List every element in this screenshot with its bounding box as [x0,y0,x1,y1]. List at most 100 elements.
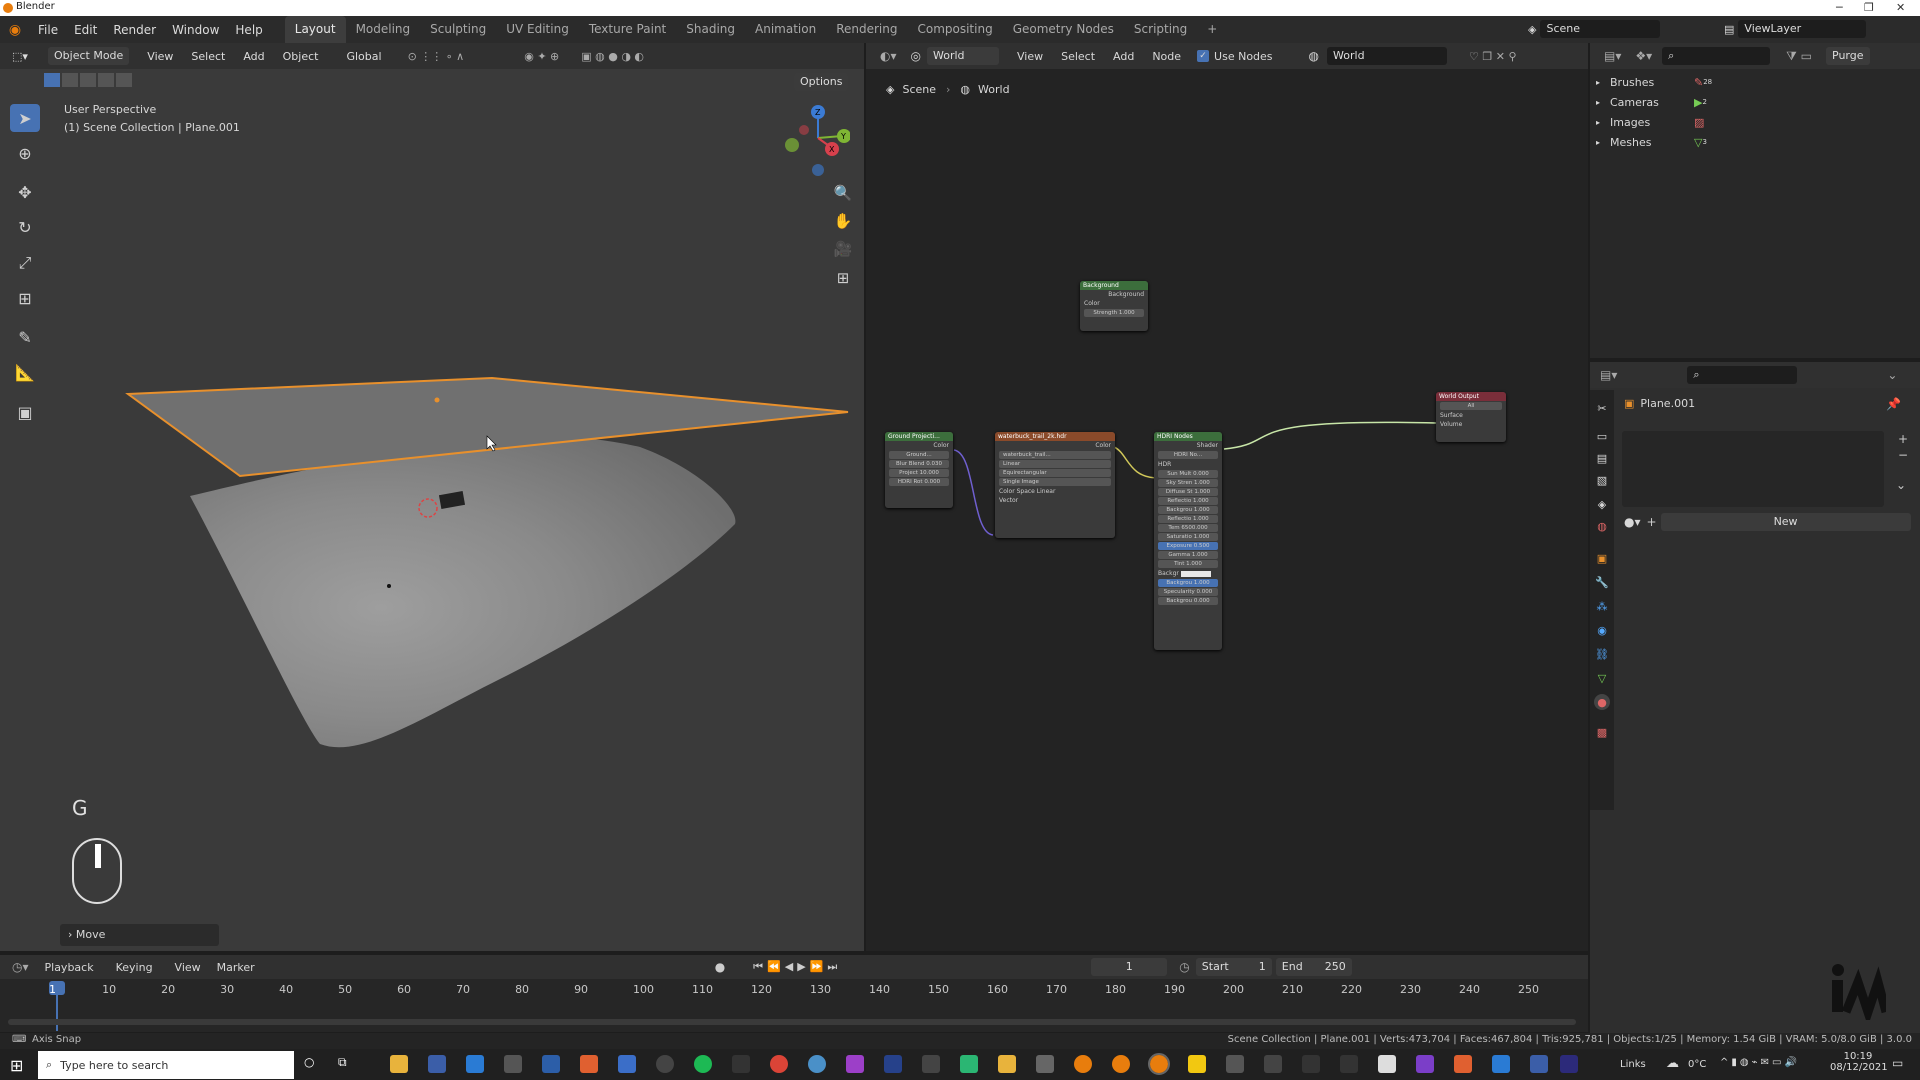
tab-animation[interactable]: Animation [745,16,826,43]
tab-compositing[interactable]: Compositing [907,16,1002,43]
texture-tab-icon[interactable]: ▩ [1594,724,1610,740]
camera-view-icon[interactable]: 🎥 [830,236,856,262]
links-toolbar[interactable]: Links [1620,1059,1646,1070]
filter-icon[interactable]: ⧩ ▭ [1786,49,1812,64]
scene-field[interactable]: Scene [1540,20,1661,38]
display-mode-icon[interactable]: ❖▾ [1635,49,1652,63]
snap-icon[interactable]: ⊙ ⋮⋮ ∘ ∧ [408,50,465,63]
app-icon[interactable] [656,1055,674,1073]
tab-sculpting[interactable]: Sculpting [420,16,496,43]
param-slider[interactable]: Specularity 0.000 [1158,588,1218,596]
world-tab-icon[interactable]: ◍ [1594,518,1610,534]
data-tab-icon[interactable]: ▽ [1594,670,1610,686]
menu-keying[interactable]: Keying [116,961,153,974]
restore-icon[interactable]: ❐ [1864,1,1874,14]
image-datablock[interactable]: waterbuck_trail... [999,451,1111,459]
menu-edit[interactable]: Edit [66,23,105,37]
system-tray-icon[interactable]: ^▮◍⌁✉▭🔊 [1720,1057,1800,1068]
app-icon[interactable] [998,1055,1016,1073]
target-dropdown[interactable]: All [1440,402,1502,410]
param-slider[interactable]: Exposure 0.500 [1158,542,1218,550]
node-background[interactable]: Background Background Color Strength 1.0… [1080,281,1148,331]
store-icon[interactable] [466,1055,484,1073]
param-slider[interactable]: Tint 1.000 [1158,560,1218,568]
blender-icon[interactable] [1112,1055,1130,1073]
tab-modeling[interactable]: Modeling [346,16,421,43]
expand-icon[interactable]: ▸ [1596,98,1610,107]
menu-view[interactable]: View [147,50,173,63]
start-frame-field[interactable]: Start 1 [1195,958,1272,976]
current-frame-field[interactable]: 1 [1091,958,1168,976]
properties-search-input[interactable]: ⌕ [1687,366,1798,384]
tab-scripting[interactable]: Scripting [1124,16,1197,43]
app-icon[interactable] [922,1055,940,1073]
app-icon[interactable] [618,1055,636,1073]
outliner-item-meshes[interactable]: ▸ Meshes ▽ 3 [1596,132,1712,152]
param-slider[interactable]: Sky Stren 1.000 [1158,479,1218,487]
param-slider[interactable]: Gamma 1.000 [1158,551,1218,559]
timeline-scrollbar[interactable] [8,1019,1576,1025]
editor-type-icon[interactable]: ▤▾ [1604,49,1621,63]
editor-type-icon[interactable]: ▤▾ [1600,368,1617,382]
param-slider[interactable]: Reflectio 1.000 [1158,515,1218,523]
tab-texture-paint[interactable]: Texture Paint [579,16,676,43]
app-icon[interactable] [504,1055,522,1073]
outlook-icon[interactable] [428,1055,446,1073]
tab-uv-editing[interactable]: UV Editing [496,16,579,43]
param-slider[interactable]: Saturatio 1.000 [1158,533,1218,541]
app-icon[interactable] [732,1055,750,1073]
file-explorer-icon[interactable] [390,1055,408,1073]
node-world-output[interactable]: World Output All Surface Volume [1436,392,1506,442]
group-dropdown[interactable]: HDRI No... [1158,451,1218,459]
menu-marker[interactable]: Marker [217,961,255,974]
app-icon[interactable] [1036,1055,1054,1073]
chevron-down-icon[interactable]: ⌄ [1887,368,1897,382]
app-icon[interactable] [960,1055,978,1073]
windows-start-icon[interactable]: ⊞ [10,1056,23,1075]
premiere-icon[interactable] [1560,1055,1578,1073]
cortana-icon[interactable]: ○ [304,1055,314,1069]
color-space-row[interactable]: Color Space Linear [995,487,1115,496]
node-environment-texture[interactable]: waterbuck_trail_2k.hdr Color waterbuck_t… [995,432,1115,538]
physics-tab-icon[interactable]: ◉ [1594,622,1610,638]
app-icon[interactable] [1530,1055,1548,1073]
zoom-icon[interactable]: 🔍 [830,180,856,206]
add-workspace-icon[interactable]: + [1197,16,1227,43]
expand-icon[interactable]: ▸ [1596,138,1610,147]
blender-icon[interactable] [1074,1055,1092,1073]
editor-type-icon[interactable]: ⬚▾ [12,50,34,63]
minimize-icon[interactable]: ─ [1836,1,1843,14]
transform-orientation[interactable]: Global [346,50,381,63]
last-operator-panel[interactable]: › Move [60,924,219,946]
param-slider[interactable]: Backgrou 1.000 [1158,579,1218,587]
outliner-item-cameras[interactable]: ▸ Cameras ▶ 2 [1596,92,1712,112]
material-tab-icon[interactable]: ● [1594,694,1610,710]
material-browse-icon[interactable]: ●▾ [1624,515,1641,529]
group-dropdown[interactable]: Ground... [889,451,949,459]
app-icon[interactable] [1492,1055,1510,1073]
render-tab-icon[interactable]: ▭ [1594,428,1610,444]
particles-tab-icon[interactable]: ⁂ [1594,598,1610,614]
menu-help[interactable]: Help [227,23,270,37]
temperature[interactable]: 0°C [1688,1059,1706,1070]
pin-icon[interactable]: 📌 [1886,397,1901,411]
viewlayer-selector[interactable]: ▤ ViewLayer [1724,20,1867,38]
photoshop-icon[interactable] [884,1055,902,1073]
hdri-rot-slider[interactable]: HDRI Rot 0.000 [889,478,949,486]
param-slider[interactable]: Sun Mult 0.000 [1158,470,1218,478]
navigation-gizmo[interactable]: Z Y X [780,100,850,180]
editor-type-icon[interactable]: ◷▾ [12,960,29,974]
unreal-icon[interactable] [1302,1055,1320,1073]
outliner-item-brushes[interactable]: ▸ Brushes ✎ 28 [1596,72,1712,92]
tab-rendering[interactable]: Rendering [826,16,907,43]
color-swatch[interactable] [1180,570,1211,577]
expand-icon[interactable]: ▸ [1596,78,1610,87]
pan-hand-icon[interactable]: ✋ [830,208,856,234]
param-slider[interactable]: Backgrou 1.000 [1158,506,1218,514]
app-icon[interactable] [1188,1055,1206,1073]
expand-icon[interactable]: ▸ [1596,118,1610,127]
new-material-button[interactable]: New [1660,513,1911,531]
tab-shading[interactable]: Shading [676,16,745,43]
blender-active-icon[interactable] [1148,1053,1170,1075]
app-icon[interactable] [580,1055,598,1073]
